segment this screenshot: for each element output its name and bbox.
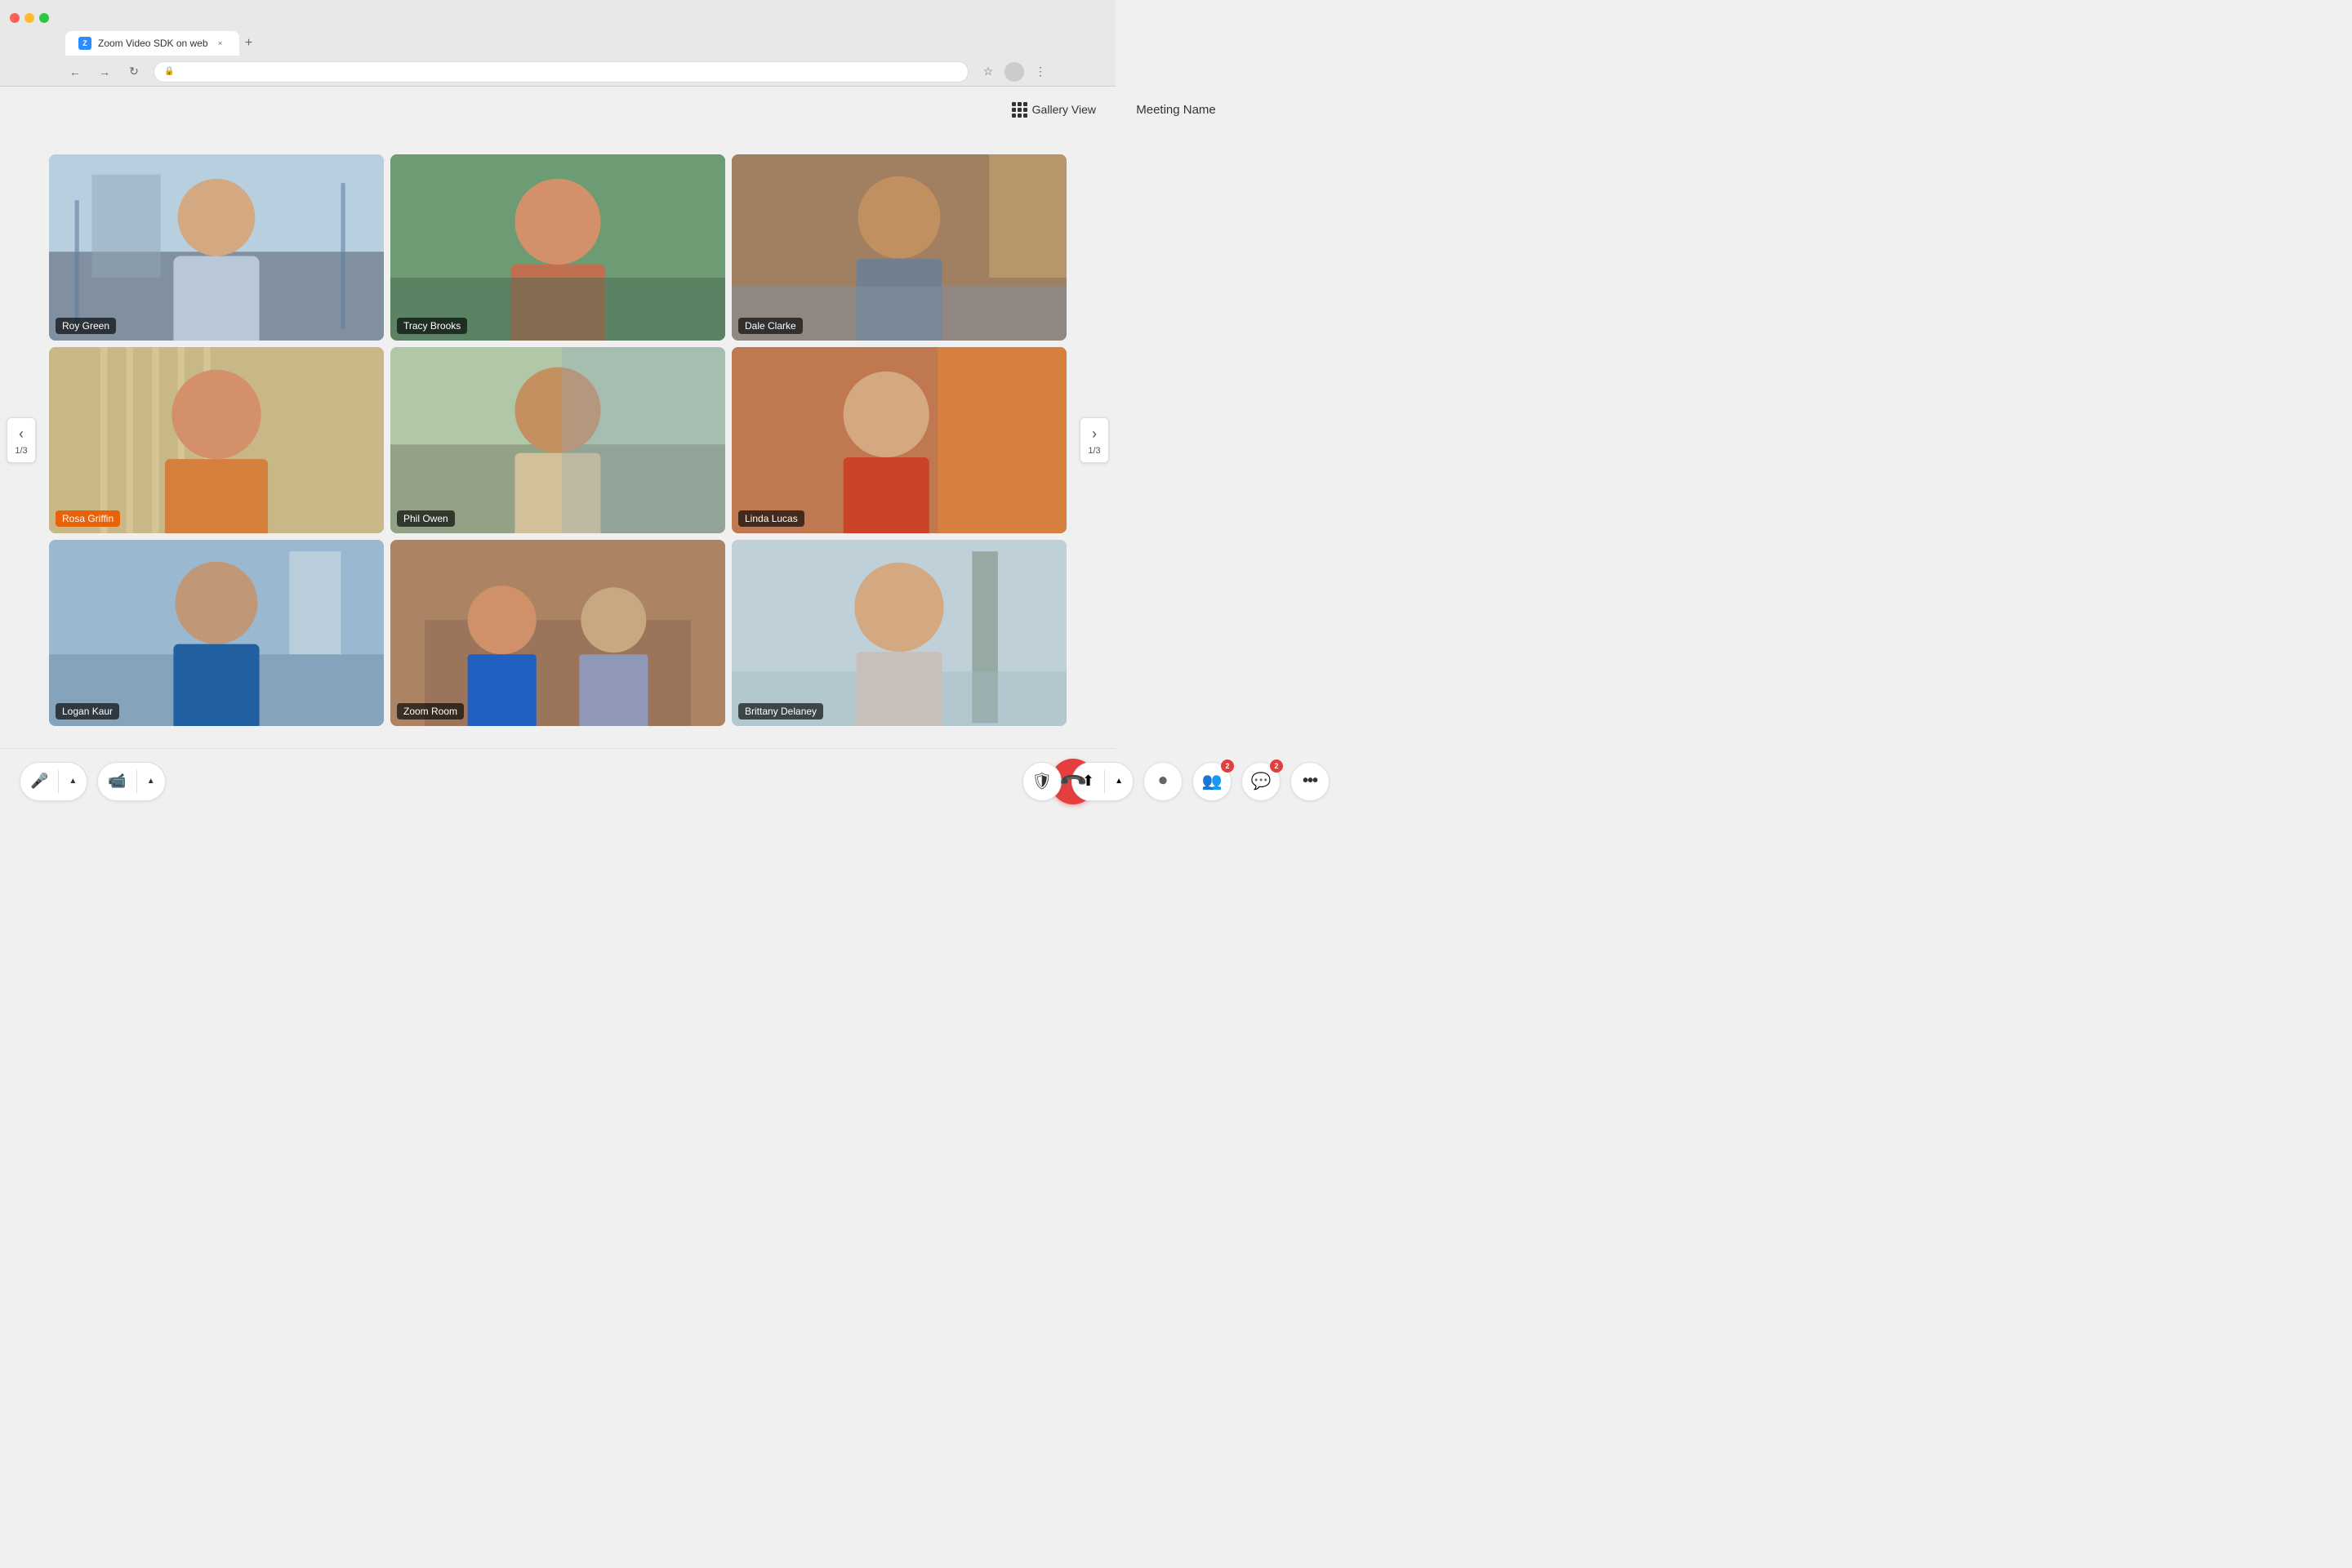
prev-page-button[interactable]: ‹ 1/3 [7, 417, 36, 463]
video-area: ‹ 1/3 Roy Gre [0, 132, 1116, 748]
video-tile-phil-owen: Phil Owen [390, 347, 725, 533]
url-bar[interactable]: 🔒 [154, 61, 969, 82]
participant-name-6: Logan Kaur [56, 703, 119, 719]
share-divider [1104, 770, 1105, 793]
grid-icon [1012, 102, 1027, 118]
participant-name-1: Tracy Brooks [397, 318, 467, 334]
video-tile-dale-clarke: Dale Clarke [732, 154, 1067, 341]
tab-favicon: Z [78, 37, 91, 50]
participant-name-8: Brittany Delaney [738, 703, 823, 719]
camera-button[interactable]: 📹 ▲ [97, 762, 165, 801]
video-tile-zoom-room: Zoom Room [390, 540, 725, 726]
participant-name-2: Dale Clarke [738, 318, 803, 334]
video-tile-linda-lucas: Linda Lucas [732, 347, 1067, 533]
left-arrow-icon: ‹ [19, 425, 24, 443]
share-chevron: ▲ [1115, 777, 1123, 786]
participant-name-3: Rosa Griffin [56, 510, 120, 527]
menu-button[interactable]: ⋮ [1031, 62, 1050, 82]
more-icon: ••• [1303, 772, 1317, 791]
participant-name-7: Zoom Room [397, 703, 464, 719]
gallery-view-button[interactable]: Gallery View [1012, 102, 1096, 118]
security-icon: 🛡 [1031, 771, 1052, 791]
video-grid: Roy Green Tracy Brooks [49, 154, 1067, 726]
record-icon: ⏺ [1159, 772, 1167, 791]
participant-name-5: Linda Lucas [738, 510, 804, 527]
title-bar [0, 0, 1116, 29]
mic-chevron: ▲ [69, 777, 77, 786]
record-button[interactable]: ⏺ [1143, 762, 1183, 801]
address-bar: ← → ↻ 🔒 ☆ ⋮ [0, 57, 1116, 87]
browser-chrome: Z Zoom Video SDK on web × + [0, 0, 1116, 57]
video-tile-tracy-brooks: Tracy Brooks [390, 154, 725, 341]
mic-button[interactable]: 🎤 ▲ [20, 762, 87, 801]
profile-avatar[interactable] [1004, 62, 1024, 82]
bookmark-button[interactable]: ☆ [978, 62, 998, 82]
lock-icon: 🔒 [164, 67, 174, 76]
browser-actions: ☆ ⋮ [978, 62, 1050, 82]
new-tab-button[interactable]: + [239, 33, 259, 53]
video-tile-brittany-delaney: Brittany Delaney [732, 540, 1067, 726]
forward-button[interactable]: → [95, 62, 114, 82]
participants-badge: 2 [1221, 760, 1234, 773]
video-tile-logan-kaur: Logan Kaur [49, 540, 384, 726]
participant-name-0: Roy Green [56, 318, 116, 334]
video-tile-rosa-griffin: Rosa Griffin [49, 347, 384, 533]
meeting-title: Meeting Name [1136, 103, 1216, 117]
camera-icon: 📹 [108, 773, 126, 790]
more-button[interactable]: ••• [1290, 762, 1330, 801]
toolbar-left: 🎤 ▲ 📹 ▲ [20, 762, 166, 801]
right-arrow-icon: › [1092, 425, 1097, 443]
participants-button[interactable]: 👥 2 [1192, 762, 1232, 801]
camera-chevron: ▲ [147, 777, 155, 786]
close-dot[interactable] [10, 13, 20, 23]
meeting-header: Meeting Name Gallery View [0, 87, 1116, 132]
video-tile-roy-green: Roy Green [49, 154, 384, 341]
window-controls [10, 13, 49, 23]
refresh-button[interactable]: ↻ [124, 62, 144, 82]
toolbar: 🎤 ▲ 📹 ▲ 🛡 ⬆ ▲ [0, 748, 1116, 813]
chat-icon: 💬 [1251, 771, 1272, 791]
chat-badge: 2 [1270, 760, 1283, 773]
right-page-indicator: 1/3 [1088, 446, 1100, 456]
tab-title: Zoom Video SDK on web [98, 38, 208, 49]
divider [58, 770, 59, 793]
left-page-indicator: 1/3 [15, 446, 27, 456]
participant-name-4: Phil Owen [397, 510, 455, 527]
meeting-container: Meeting Name Gallery View ‹ 1/3 [0, 87, 1116, 813]
gallery-view-label: Gallery View [1032, 103, 1096, 116]
participants-icon: 👥 [1202, 771, 1223, 791]
back-button[interactable]: ← [65, 62, 85, 82]
chat-button[interactable]: 💬 2 [1241, 762, 1281, 801]
divider2 [136, 770, 137, 793]
mic-icon: 🎤 [30, 773, 48, 790]
tab-close-button[interactable]: × [215, 38, 226, 49]
maximize-dot[interactable] [39, 13, 49, 23]
browser-tab[interactable]: Z Zoom Video SDK on web × [65, 31, 239, 56]
security-button[interactable]: 🛡 [1022, 762, 1062, 801]
minimize-dot[interactable] [24, 13, 34, 23]
next-page-button[interactable]: › 1/3 [1080, 417, 1109, 463]
